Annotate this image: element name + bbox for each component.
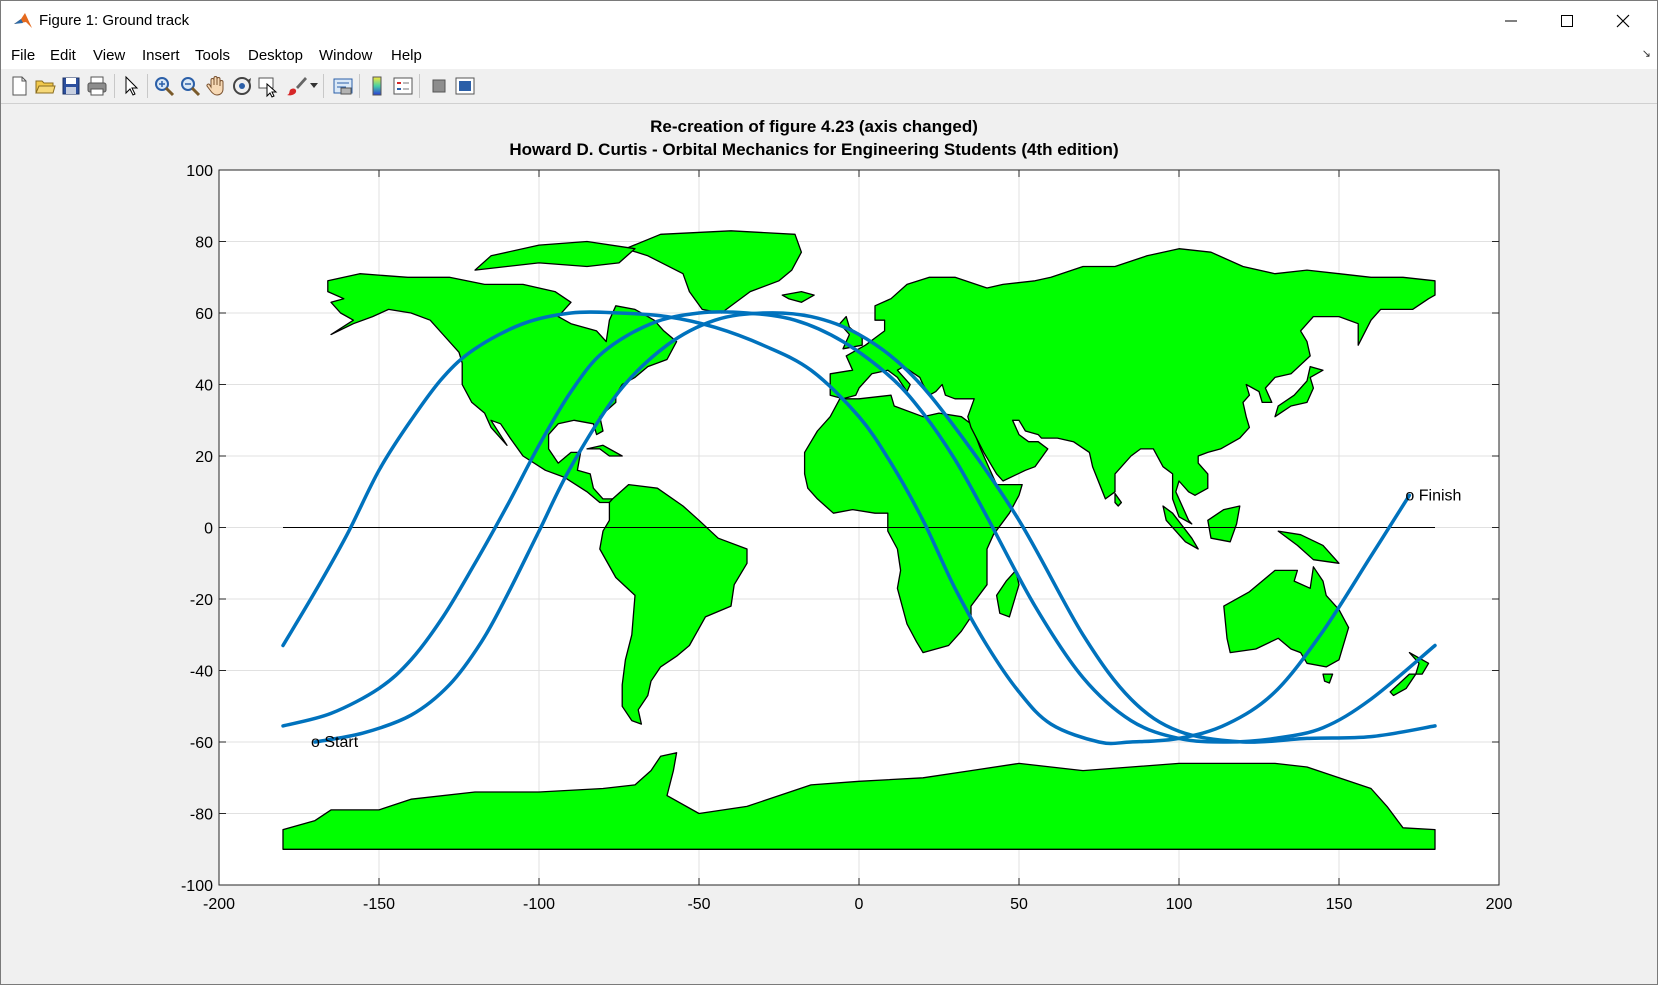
toolbar-separator xyxy=(114,74,115,98)
toolbar-separator xyxy=(147,74,148,98)
menu-view[interactable]: View xyxy=(93,47,125,64)
y-tick-label: 100 xyxy=(186,163,213,180)
zoom-out-icon[interactable] xyxy=(178,74,202,98)
y-tick-label: -100 xyxy=(181,878,213,895)
menu-window[interactable]: Window xyxy=(319,47,372,64)
menu-tools[interactable]: Tools xyxy=(195,47,230,64)
x-tick-label: -100 xyxy=(523,896,555,913)
brush-dropdown-icon[interactable] xyxy=(310,83,318,89)
matlab-logo-icon xyxy=(14,13,32,28)
new-figure-icon[interactable] xyxy=(7,74,31,98)
toolbar-separator xyxy=(419,74,420,98)
chart-subtitle: Howard D. Curtis - Orbital Mechanics for… xyxy=(509,140,1118,159)
x-tick-label: 50 xyxy=(1010,896,1028,913)
y-tick-label: -20 xyxy=(190,592,213,609)
x-tick-label: 100 xyxy=(1166,896,1193,913)
close-icon xyxy=(1616,14,1630,28)
x-tick-label: 150 xyxy=(1326,896,1353,913)
menu-desktop[interactable]: Desktop xyxy=(248,47,303,64)
menu-file[interactable]: File xyxy=(11,47,35,64)
y-tick-label: 60 xyxy=(195,306,213,323)
y-tick-label: 20 xyxy=(195,449,213,466)
show-plot-tools-icon[interactable] xyxy=(453,74,477,98)
menu-insert[interactable]: Insert xyxy=(142,47,180,64)
minimize-button[interactable] xyxy=(1482,1,1540,41)
legend-icon[interactable] xyxy=(391,74,415,98)
y-tick-label: -40 xyxy=(190,664,213,681)
menu-bar: File Edit View Insert Tools Desktop Wind… xyxy=(1,41,1657,69)
figure-window: Figure 1: Ground track File Edit View In… xyxy=(0,0,1658,985)
toolbar-separator xyxy=(359,74,360,98)
x-tick-label: -200 xyxy=(203,896,235,913)
data-cursor-icon[interactable] xyxy=(256,74,280,98)
chart-title: Re-creation of figure 4.23 (axis changed… xyxy=(650,117,978,136)
brush-icon[interactable] xyxy=(285,74,309,98)
zoom-in-icon[interactable] xyxy=(152,74,176,98)
y-tick-label: -60 xyxy=(190,735,213,752)
save-icon[interactable] xyxy=(59,74,83,98)
annotation-label: o Finish xyxy=(1405,487,1461,504)
y-tick-label: -80 xyxy=(190,807,213,824)
y-tick-label: 40 xyxy=(195,378,213,395)
toolbar xyxy=(1,69,1657,104)
pan-hand-icon[interactable] xyxy=(204,74,228,98)
window-title: Figure 1: Ground track xyxy=(39,12,190,29)
toolbar-separator xyxy=(323,74,324,98)
open-file-icon[interactable] xyxy=(33,74,57,98)
x-tick-label: 0 xyxy=(855,896,864,913)
rotate-3d-icon[interactable] xyxy=(230,74,254,98)
maximize-icon xyxy=(1561,15,1573,27)
maximize-button[interactable] xyxy=(1538,1,1596,41)
title-bar: Figure 1: Ground track xyxy=(1,1,1657,41)
x-tick-label: -50 xyxy=(687,896,710,913)
select-arrow-icon[interactable] xyxy=(119,74,143,98)
print-icon[interactable] xyxy=(85,74,109,98)
annotation-label: o Start xyxy=(311,734,359,751)
hide-plot-tools-icon[interactable] xyxy=(427,74,451,98)
minimize-icon xyxy=(1505,20,1517,22)
x-tick-label: -150 xyxy=(363,896,395,913)
menu-help[interactable]: Help xyxy=(391,47,422,64)
figure-canvas: Re-creation of figure 4.23 (axis changed… xyxy=(3,104,1657,984)
close-button[interactable] xyxy=(1594,1,1652,41)
colorbar-icon[interactable] xyxy=(365,74,389,98)
dock-arrow-icon[interactable]: ↘ xyxy=(1642,47,1651,60)
x-tick-label: 200 xyxy=(1486,896,1513,913)
link-plot-icon[interactable] xyxy=(331,74,355,98)
menu-edit[interactable]: Edit xyxy=(50,47,76,64)
y-tick-label: 0 xyxy=(204,521,213,538)
y-tick-label: 80 xyxy=(195,235,213,252)
chart: Re-creation of figure 4.23 (axis changed… xyxy=(181,117,1513,913)
